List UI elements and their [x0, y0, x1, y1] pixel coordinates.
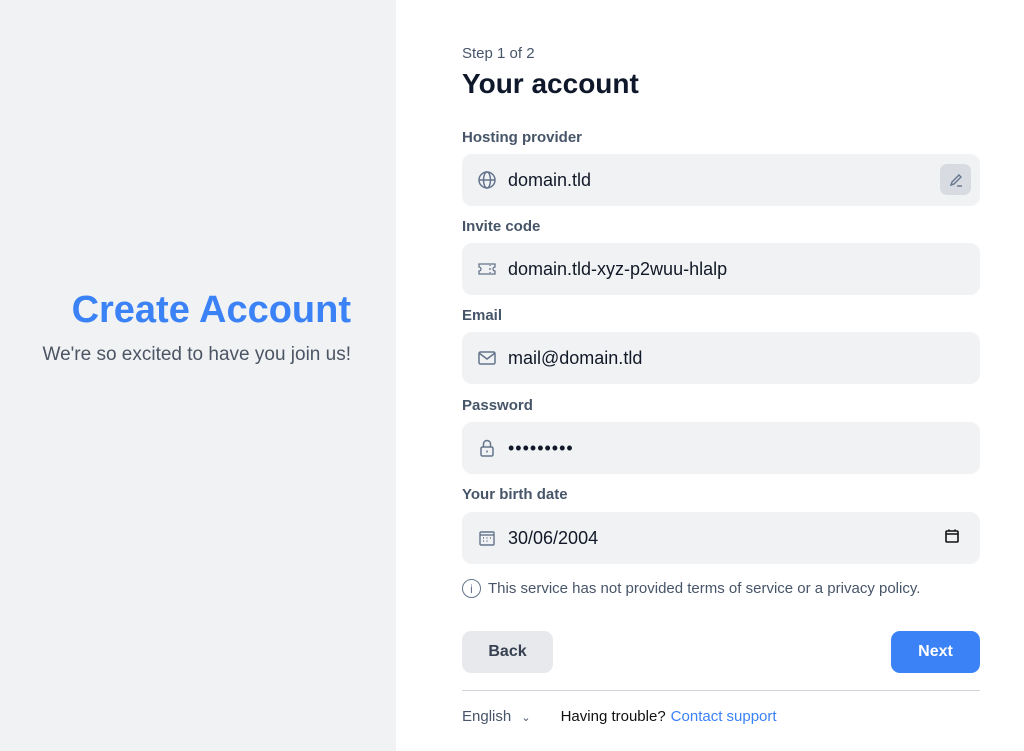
chevron-down-icon: ⌄ — [521, 712, 530, 724]
invite-code-value: domain.tld-xyz-p2wuu-hlalp — [508, 259, 727, 280]
mail-icon — [476, 347, 498, 369]
next-button[interactable]: Next — [891, 631, 980, 673]
language-selector[interactable]: English ⌄ — [462, 708, 531, 725]
hero: Create Account We're so excited to have … — [31, 288, 351, 367]
email-value: mail@domain.tld — [508, 348, 642, 369]
language-label: English — [462, 708, 511, 725]
trouble-text: Having trouble? — [561, 708, 666, 725]
hosting-provider-label: Hosting provider — [462, 129, 582, 146]
page-title: Your account — [462, 68, 639, 100]
hosting-provider-value: domain.tld — [508, 170, 591, 191]
lock-icon — [476, 437, 498, 459]
contact-support-link[interactable]: Contact support — [671, 708, 777, 725]
edit-provider-button[interactable] — [940, 164, 971, 195]
calendar-icon — [476, 527, 498, 549]
birth-date-label: Your birth date — [462, 486, 568, 503]
invite-code-field[interactable]: domain.tld-xyz-p2wuu-hlalp — [462, 243, 980, 295]
invite-code-label: Invite code — [462, 218, 540, 235]
hero-title: Create Account — [31, 288, 351, 332]
ticket-icon — [476, 258, 498, 280]
email-label: Email — [462, 307, 502, 324]
globe-icon — [476, 169, 498, 191]
birth-date-value: 30/06/2004 — [508, 528, 598, 549]
step-indicator: Step 1 of 2 — [462, 45, 535, 62]
date-picker-icon[interactable] — [944, 528, 960, 549]
email-field[interactable]: mail@domain.tld — [462, 332, 980, 384]
password-field[interactable]: ••••••••• — [462, 422, 980, 474]
info-icon: i — [462, 579, 481, 598]
hero-subtitle: We're so excited to have you join us! — [31, 342, 351, 367]
password-label: Password — [462, 397, 533, 414]
hosting-provider-field[interactable]: domain.tld — [462, 154, 980, 206]
terms-notice: i This service has not provided terms of… — [462, 579, 920, 598]
password-value: ••••••••• — [508, 438, 574, 459]
divider — [462, 690, 980, 691]
footer: English ⌄ Having trouble? Contact suppor… — [462, 708, 777, 725]
back-button[interactable]: Back — [462, 631, 553, 673]
birth-date-field[interactable]: 30/06/2004 — [462, 512, 980, 564]
left-panel: Create Account We're so excited to have … — [0, 0, 396, 751]
terms-notice-text: This service has not provided terms of s… — [488, 580, 920, 597]
